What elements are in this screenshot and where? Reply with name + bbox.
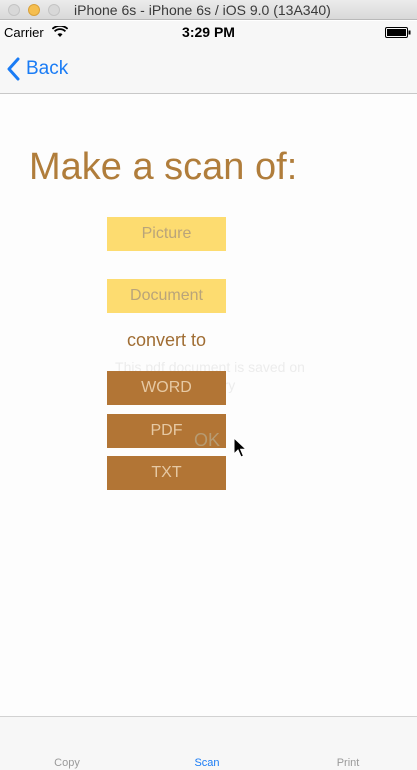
back-label: Back — [26, 58, 69, 79]
window-close-button[interactable] — [8, 4, 20, 16]
alert-ok-button[interactable]: OK — [194, 430, 220, 451]
txt-button[interactable]: TXT — [107, 456, 226, 490]
window-minimize-button[interactable] — [28, 4, 40, 16]
scan-screen: Make a scan of: Picture Document convert… — [0, 94, 417, 716]
tab-print[interactable]: Print — [308, 757, 388, 769]
word-button[interactable]: WORD — [107, 371, 226, 405]
document-button[interactable]: Document — [107, 279, 226, 313]
picture-button[interactable]: Picture — [107, 217, 226, 251]
status-bar: Carrier 3:29 PM — [0, 21, 417, 43]
mouse-cursor-icon — [233, 437, 247, 458]
navigation-bar: Back — [0, 43, 417, 94]
chevron-left-icon — [7, 57, 20, 81]
tab-scan[interactable]: Scan — [167, 757, 247, 769]
convert-to-label: convert to — [126, 330, 207, 350]
tab-bar: Copy Scan Print — [0, 716, 417, 770]
status-time: 3:29 PM — [182, 24, 235, 40]
simulator-title-bar: iPhone 6s - iPhone 6s / iOS 9.0 (13A340) — [0, 0, 417, 20]
page-title: Make a scan of: — [29, 146, 298, 188]
window-title: iPhone 6s - iPhone 6s / iOS 9.0 (13A340) — [74, 2, 331, 18]
back-button[interactable]: Back — [6, 56, 68, 82]
window-zoom-button[interactable] — [48, 4, 60, 16]
battery-icon — [385, 27, 411, 38]
tab-copy[interactable]: Copy — [27, 757, 107, 769]
